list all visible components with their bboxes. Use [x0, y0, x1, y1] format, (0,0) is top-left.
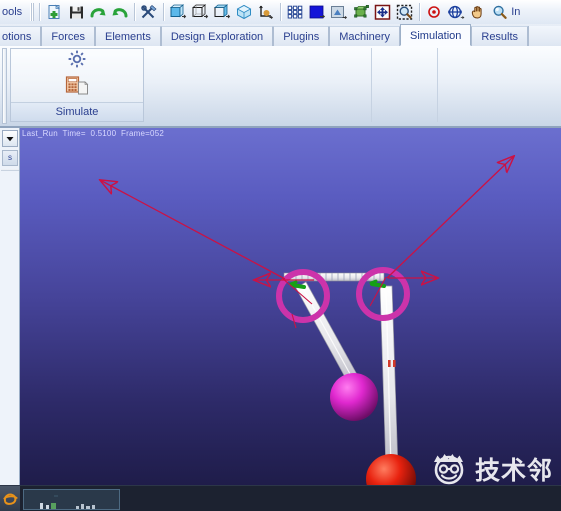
internet-explorer-icon[interactable]: [3, 492, 18, 511]
ribbon-group-divider: [371, 48, 372, 122]
application-window: ools In otions Forces Elements Design Ex…: [0, 0, 561, 511]
ribbon-group-buttons: [11, 49, 143, 101]
move-icon[interactable]: [372, 2, 394, 23]
simulation-settings-icon[interactable]: [67, 49, 87, 74]
taskbar-launcher: [0, 486, 20, 511]
force-vector-upper-left: [100, 180, 286, 280]
toolbar-grip[interactable]: [30, 3, 35, 21]
grid-points-icon[interactable]: [284, 2, 306, 23]
redo-icon[interactable]: [87, 2, 109, 23]
taskbar-window-button[interactable]: [23, 489, 120, 510]
taskbar: [0, 485, 561, 511]
tab-simulation[interactable]: Simulation: [400, 24, 472, 46]
force-vector-upper-right: [386, 156, 514, 279]
watermark-text: 技术邻: [474, 456, 553, 485]
chevron-down-icon[interactable]: [2, 130, 18, 147]
tab-design-exploration[interactable]: Design Exploration: [160, 26, 274, 46]
tab-options[interactable]: otions: [0, 26, 42, 46]
toolbar-separator: [39, 3, 41, 21]
undo-icon[interactable]: [109, 2, 131, 23]
ribbon-group-title: Simulate: [11, 102, 143, 121]
view-front-icon[interactable]: [167, 2, 189, 23]
new-document-icon[interactable]: [43, 2, 65, 23]
view-isometric-icon[interactable]: [233, 2, 255, 23]
toolbar-separator: [163, 3, 165, 21]
zoom-window-icon[interactable]: [394, 2, 416, 23]
quick-access-toolbar: ools In: [0, 0, 561, 25]
tab-bar-filler: [528, 26, 561, 46]
zoom-in-icon[interactable]: [489, 2, 511, 23]
tools-icon[interactable]: [138, 2, 160, 23]
ribbon-tab-bar: otions Forces Elements Design Exploratio…: [0, 24, 561, 47]
rotate-view-icon[interactable]: [445, 2, 467, 23]
coordinate-axes-icon[interactable]: [255, 2, 277, 23]
toolbar-separator: [280, 3, 282, 21]
task-window-thumbnail: [40, 495, 95, 509]
target-point-icon[interactable]: [423, 2, 445, 23]
select-object-icon[interactable]: [350, 2, 372, 23]
toolbar-separator: [419, 3, 421, 21]
sphere-magenta: [330, 373, 378, 421]
zoom-in-label: In: [511, 6, 521, 18]
ribbon-collapse-rail[interactable]: [2, 48, 7, 124]
tab-machinery[interactable]: Machinery: [329, 26, 401, 46]
render-icon[interactable]: [328, 2, 350, 23]
left-dock-panel: s: [0, 128, 20, 486]
view-shaded-icon[interactable]: [211, 2, 233, 23]
ribbon-group-simulate: Simulate: [10, 48, 144, 122]
view-wireframe-icon[interactable]: [189, 2, 211, 23]
tab-results[interactable]: Results: [471, 26, 529, 46]
3d-viewport[interactable]: Last_Run Time= 0.5100 Frame=052 技术邻: [20, 128, 561, 511]
color-swatch-icon[interactable]: [306, 2, 328, 23]
pan-hand-icon[interactable]: [467, 2, 489, 23]
left-dock-chip[interactable]: s: [2, 150, 18, 166]
left-dock-divider: [1, 169, 19, 171]
menu-label[interactable]: ools: [0, 6, 28, 18]
tab-elements[interactable]: Elements: [94, 26, 161, 46]
toolbar-separator: [134, 3, 136, 21]
run-simulation-icon[interactable]: [65, 75, 89, 102]
ribbon-panel: Simulate: [0, 46, 561, 128]
save-icon[interactable]: [65, 2, 87, 23]
tab-plugins[interactable]: Plugins: [273, 26, 330, 46]
tab-forces[interactable]: Forces: [41, 26, 95, 46]
ribbon-group-divider: [437, 48, 438, 122]
